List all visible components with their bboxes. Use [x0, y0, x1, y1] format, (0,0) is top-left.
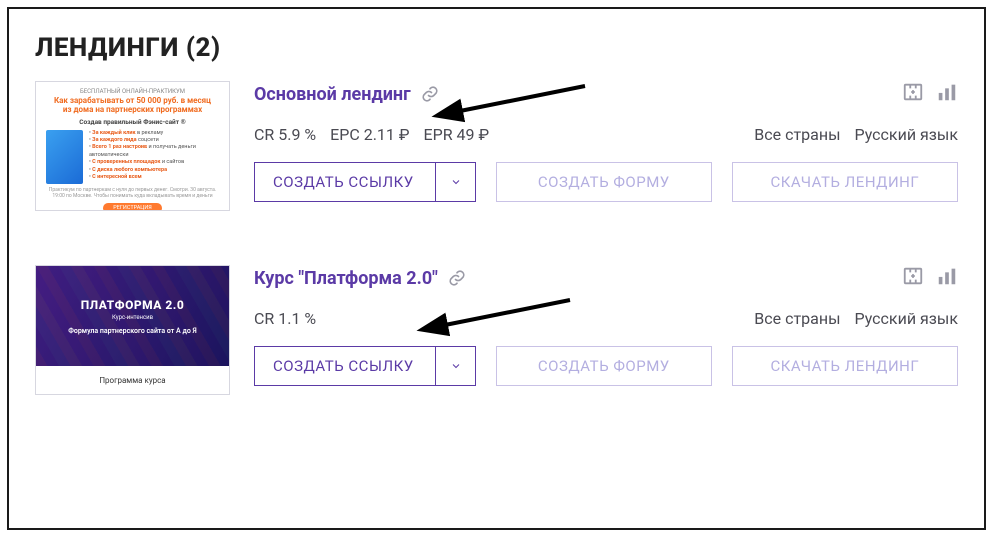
metric-epc: EPC 2.11 ₽	[330, 125, 409, 144]
tag-countries: Все страны	[754, 125, 840, 144]
create-link-button[interactable]: СОЗДАТЬ ССЫЛКУ	[254, 162, 476, 202]
stats-icon[interactable]	[936, 265, 958, 291]
create-link-button[interactable]: СОЗДАТЬ ССЫЛКУ	[254, 346, 476, 386]
create-form-button[interactable]: СОЗДАТЬ ФОРМУ	[496, 162, 712, 202]
thumb-cta: РЕГИСТРАЦИЯ	[103, 203, 162, 211]
thumb-bullets: • За каждый клик в рекламу • За каждого …	[89, 130, 219, 184]
embed-icon[interactable]	[902, 81, 924, 107]
tag-countries: Все страны	[754, 309, 840, 328]
embed-icon[interactable]	[902, 265, 924, 291]
thumb-sub: Курс-интенсив	[112, 314, 153, 321]
metric-epr: EPR 49 ₽	[424, 125, 490, 144]
chevron-down-icon[interactable]	[435, 163, 475, 201]
download-landing-button[interactable]: СКАЧАТЬ ЛЕНДИНГ	[732, 162, 958, 202]
thumb-tagline: Формула партнерского сайта от А до Я	[68, 327, 197, 335]
tag-language: Русский язык	[855, 309, 959, 328]
thumb-lower: Программа курса	[36, 366, 229, 394]
landing-thumbnail[interactable]: БЕСПЛАТНЫЙ ОНЛАЙН-ПРАКТИКУМ Как зарабаты…	[35, 81, 230, 211]
thumb-footnote: Практикум по партнеркам с нуля до первых…	[46, 187, 219, 199]
metric-cr: CR 5.9 %	[254, 125, 316, 144]
thumb-headline: Как зарабатывать от 50 000 руб. в месяц …	[46, 97, 219, 115]
link-icon[interactable]	[448, 269, 466, 287]
landing-title-link[interactable]: Курс "Платформа 2.0"	[254, 268, 438, 289]
metric-cr: CR 1.1 %	[254, 309, 316, 328]
landing-thumbnail[interactable]: ПЛАТФОРМА 2.0 Курс-интенсив Формула парт…	[35, 265, 230, 395]
landing-card: БЕСПЛАТНЫЙ ОНЛАЙН-ПРАКТИКУМ Как зарабаты…	[35, 81, 958, 211]
thumb-title: ПЛАТФОРМА 2.0	[81, 298, 185, 312]
page-title: ЛЕНДИНГИ (2)	[35, 33, 958, 63]
link-icon[interactable]	[421, 85, 439, 103]
download-landing-button[interactable]: СКАЧАТЬ ЛЕНДИНГ	[732, 346, 958, 386]
thumb-pretitle: БЕСПЛАТНЫЙ ОНЛАЙН-ПРАКТИКУМ	[46, 88, 219, 95]
stats-icon[interactable]	[936, 81, 958, 107]
tag-language: Русский язык	[855, 125, 959, 144]
thumb-book-graphic	[46, 130, 83, 184]
landing-title-link[interactable]: Основной лендинг	[254, 84, 411, 105]
thumb-subhead: Создав правильный Фэнис-сайт ®	[46, 118, 219, 126]
chevron-down-icon[interactable]	[435, 347, 475, 385]
landing-card: ПЛАТФОРМА 2.0 Курс-интенсив Формула парт…	[35, 265, 958, 395]
create-form-button[interactable]: СОЗДАТЬ ФОРМУ	[496, 346, 712, 386]
